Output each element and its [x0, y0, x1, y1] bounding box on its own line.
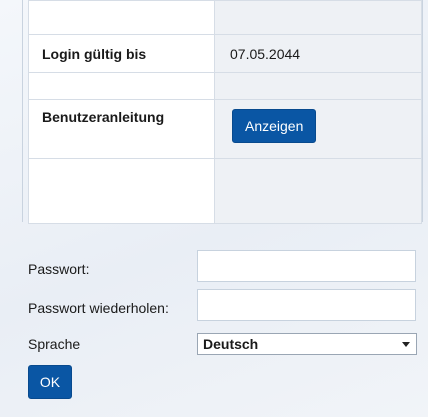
password-label: Passwort: — [28, 261, 90, 277]
user-manual-cell: Anzeigen — [214, 99, 422, 159]
password-repeat-field[interactable] — [197, 289, 416, 321]
login-valid-until-label: Login gültig bis — [28, 34, 215, 73]
ok-button[interactable]: OK — [28, 365, 72, 399]
table-row: Login gültig bis 07.05.2044 — [28, 34, 422, 73]
login-valid-until-value: 07.05.2044 — [214, 34, 422, 73]
table-row — [28, 0, 422, 35]
table-row — [28, 72, 422, 100]
password-field[interactable] — [197, 250, 416, 282]
show-manual-button[interactable]: Anzeigen — [232, 109, 317, 143]
chevron-down-icon — [402, 341, 410, 347]
table-row: Benutzeranleitung Anzeigen — [28, 99, 422, 159]
language-select-value: Deutsch — [203, 336, 259, 352]
row-label — [28, 0, 215, 35]
account-info-table: Login gültig bis 07.05.2044 Benutzeranle… — [28, 0, 422, 224]
row-label — [28, 72, 215, 100]
row-value — [214, 158, 422, 224]
language-select[interactable]: Deutsch — [197, 333, 417, 355]
frame-border-left — [22, 0, 23, 222]
table-row — [28, 158, 422, 224]
row-label — [28, 158, 215, 224]
user-manual-label: Benutzeranleitung — [28, 99, 215, 159]
row-value — [214, 0, 422, 35]
language-label: Sprache — [28, 336, 81, 352]
row-value — [214, 72, 422, 100]
frame-border-right — [422, 0, 423, 222]
password-repeat-label: Passwort wiederholen: — [28, 300, 169, 316]
